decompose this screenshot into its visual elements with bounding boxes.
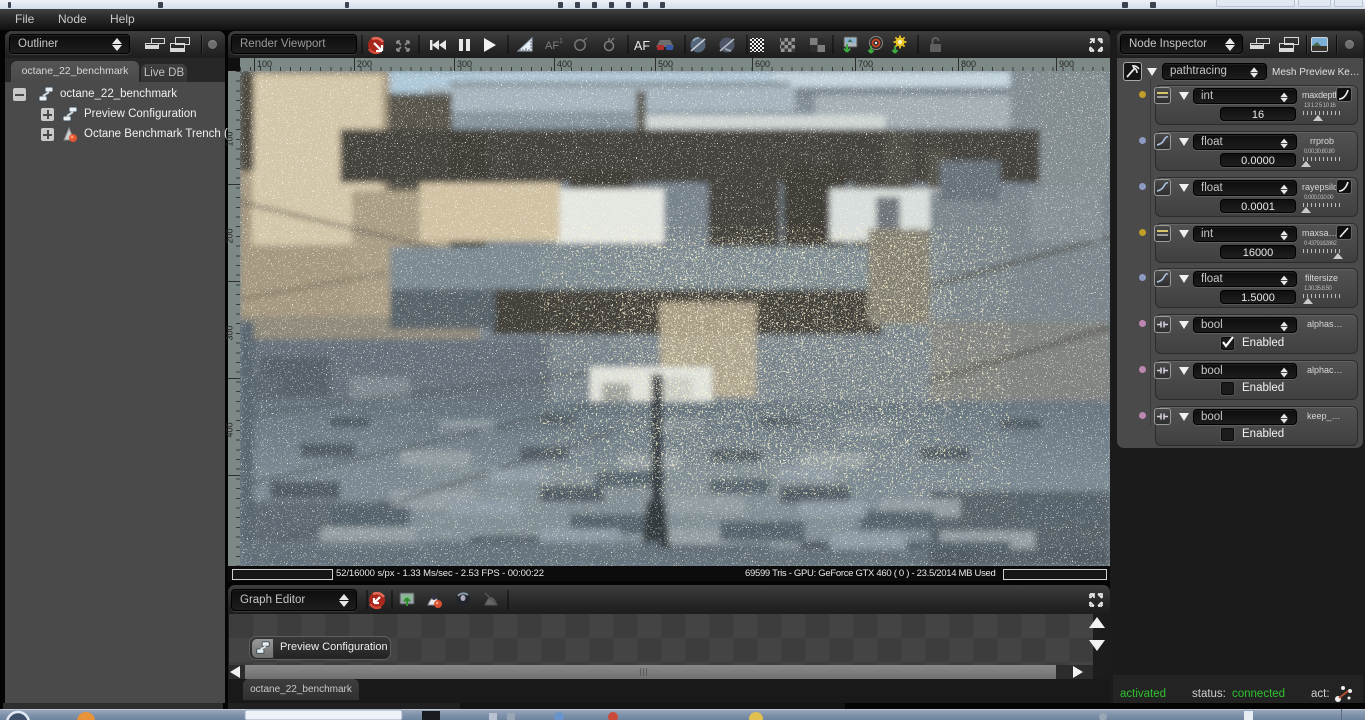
svg-text:AF: AF: [634, 39, 650, 53]
svg-text:1: 1: [559, 38, 563, 45]
svg-text:AF: AF: [545, 40, 559, 52]
